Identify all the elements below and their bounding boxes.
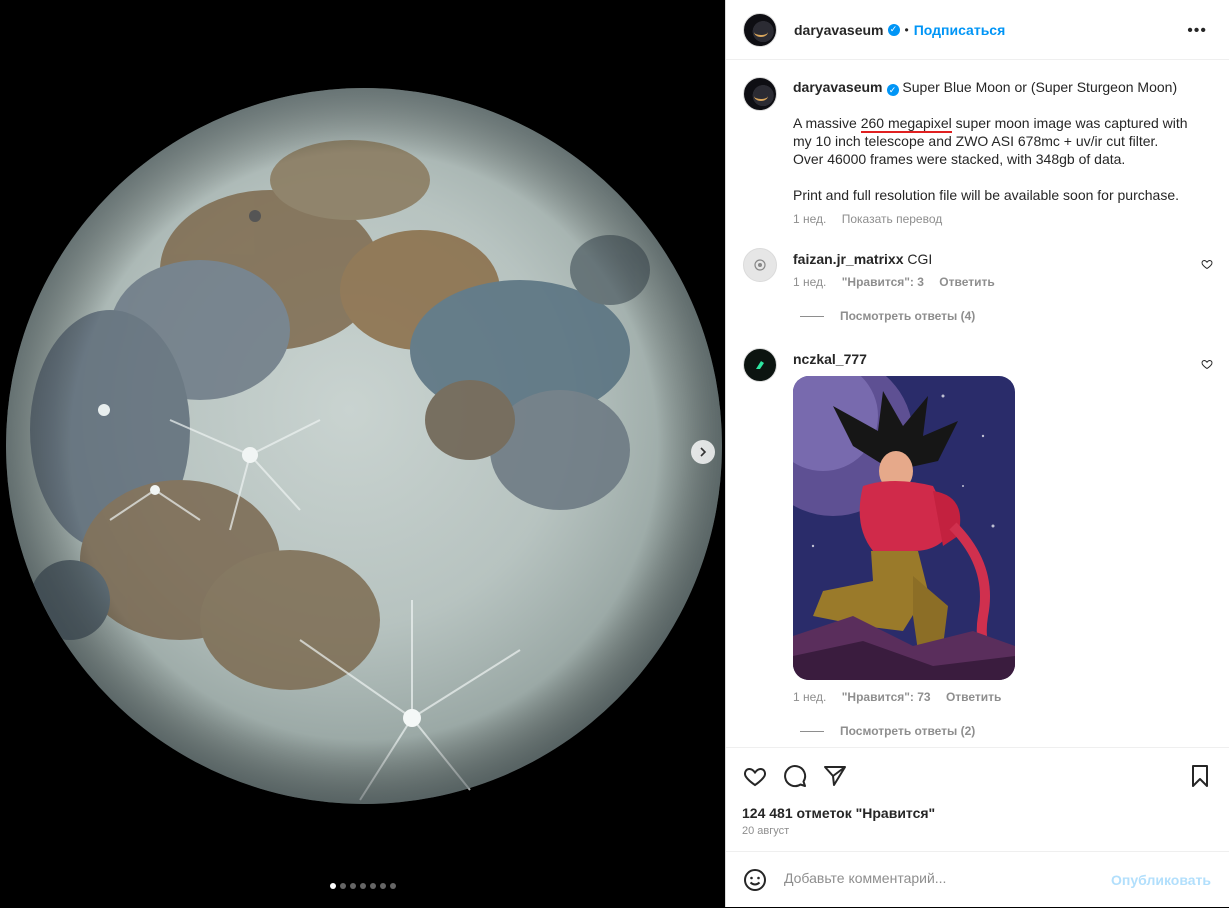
caption-line2: my 10 inch telescope and ZWO ASI 678mc +… [793, 133, 1159, 149]
caption-line1-pre: A massive [793, 115, 861, 131]
verified-badge-icon: ✓ [886, 84, 899, 96]
comment: nczkal_777 1 нед. "Нравится": 73 Ответит… [793, 350, 1193, 738]
more-options-icon[interactable]: ••• [1187, 22, 1207, 40]
comment-input[interactable] [782, 869, 1116, 887]
comment: faizan.jr_matrixx CGI 1 нед. "Нравится":… [793, 250, 1193, 323]
comment-likes[interactable]: "Нравится": 3 [842, 275, 924, 289]
carousel-dot [349, 883, 356, 889]
emoji-icon[interactable] [743, 868, 767, 892]
caption-title: Super Blue Moon or (Super Sturgeon Moon) [902, 79, 1178, 95]
carousel-dot [339, 883, 346, 889]
carousel-dot [379, 883, 386, 889]
publish-button[interactable]: Опубликовать [1111, 872, 1211, 888]
reply-button[interactable]: Ответить [939, 275, 994, 289]
post-header: daryavaseum ✓ • Подписаться ••• [726, 0, 1229, 60]
separator: • [904, 22, 909, 37]
caption-line1-post: super moon image was captured with [951, 115, 1188, 131]
comment-heart-icon[interactable] [1201, 358, 1213, 370]
post-actions: 124 481 отметок "Нравится" 20 август [726, 747, 1229, 851]
caption-username[interactable]: daryavaseum [793, 79, 883, 95]
post-dialog: daryavaseum ✓ • Подписаться ••• daryavas… [0, 0, 1229, 907]
heart-icon[interactable] [743, 764, 767, 788]
post-side-panel: daryavaseum ✓ • Подписаться ••• daryavas… [725, 0, 1229, 907]
caption-line3: Over 46000 frames were stacked, with 348… [793, 151, 1126, 167]
comment-avatar[interactable] [743, 348, 777, 382]
view-replies-button[interactable]: Посмотреть ответы (2) [730, 724, 1193, 738]
anime-character-image [793, 376, 1015, 680]
comment-likes[interactable]: "Нравится": 73 [842, 690, 931, 704]
carousel-dot [369, 883, 376, 889]
caption-time[interactable]: 1 нед. [793, 212, 826, 226]
reply-button[interactable]: Ответить [946, 690, 1001, 704]
comment-time[interactable]: 1 нед. [793, 275, 826, 289]
caption-line4: Print and full resolution file will be a… [793, 187, 1179, 203]
avatar[interactable] [743, 12, 777, 47]
show-translation-button[interactable]: Показать перевод [842, 212, 943, 226]
carousel-dot [329, 883, 336, 889]
chevron-right-icon [700, 447, 707, 457]
caption: daryavaseum ✓ Super Blue Moon or (Super S… [793, 78, 1203, 226]
verified-badge-icon: ✓ [887, 23, 900, 36]
post-date[interactable]: 20 август [742, 825, 789, 837]
add-comment-bar: Опубликовать [726, 851, 1229, 908]
bookmark-icon[interactable] [1188, 764, 1212, 788]
comment-gif[interactable] [793, 376, 1015, 680]
comment-heart-icon[interactable] [1201, 258, 1213, 270]
caption-highlight: 260 megapixel [860, 115, 952, 133]
carousel-dot [389, 883, 396, 889]
carousel-next-button[interactable] [691, 440, 715, 464]
likes-count[interactable]: 124 481 отметок "Нравится" [742, 805, 935, 821]
comments-area: daryavaseum ✓ Super Blue Moon or (Super S… [726, 60, 1229, 747]
emblem-icon [754, 259, 766, 271]
moon-photo [0, 0, 725, 907]
view-replies-button[interactable]: Посмотреть ответы (4) [730, 309, 1193, 323]
carousel-dot [359, 883, 366, 889]
comment-time[interactable]: 1 нед. [793, 690, 826, 704]
carousel-indicator [0, 883, 725, 889]
post-media [0, 0, 725, 907]
comment-text: CGI [907, 251, 933, 267]
caption-avatar[interactable] [743, 77, 777, 111]
follow-button[interactable]: Подписаться [914, 22, 1006, 38]
header-username[interactable]: daryavaseum [794, 22, 884, 38]
comment-username[interactable]: nczkal_777 [793, 351, 867, 367]
comment-avatar[interactable] [743, 248, 777, 282]
comment-icon[interactable] [783, 764, 807, 788]
comment-username[interactable]: faizan.jr_matrixx [793, 251, 904, 267]
share-icon[interactable] [823, 764, 847, 788]
figure-icon [756, 361, 764, 369]
